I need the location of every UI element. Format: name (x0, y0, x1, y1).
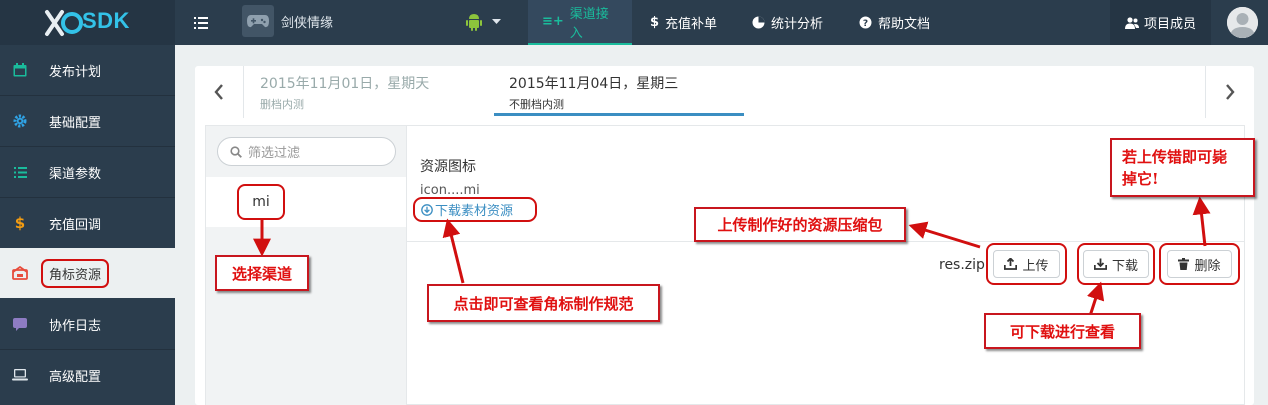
caret-down-icon (492, 19, 501, 24)
gamepad-icon (247, 15, 269, 28)
sidebar: 发布计划 基础配置 渠道参数 $ 充值回调 角标资源 协作日志 高级配置 (0, 45, 175, 405)
members-button[interactable]: 项目成员 (1110, 0, 1211, 45)
channel-access-icon: ≡+ (542, 14, 564, 29)
user-avatar-icon (1227, 7, 1258, 38)
tab-date: 2015年11月04日，星期三 (509, 76, 679, 92)
logo-mark-icon (45, 10, 83, 36)
download-label: 下载 (1111, 258, 1138, 274)
members-label: 项目成员 (1143, 17, 1196, 32)
annotation-text: 可下载进行查看 (1009, 322, 1115, 341)
zip-file-name: res.zip (939, 257, 985, 273)
tab-subtitle: 删档内测 (260, 98, 304, 111)
nav-help[interactable]: ? 帮助文档 (845, 0, 944, 45)
active-tab-indicator (494, 113, 744, 116)
hamburger-icon (194, 16, 208, 29)
chevron-left-icon (214, 84, 223, 100)
annotation-can-download: 可下载进行查看 (984, 313, 1141, 349)
sidebar-item-label: 角标资源 (41, 258, 110, 288)
android-icon (466, 14, 482, 31)
filter-placeholder: 筛选过滤 (248, 146, 301, 161)
nav-label: 渠道接入 (569, 6, 609, 41)
upload-label: 上传 (1022, 258, 1049, 274)
resource-title: 资源图标 (420, 159, 476, 175)
platform-select[interactable] (466, 8, 526, 36)
annotation-text: 若上传错即可毙 (1122, 147, 1228, 166)
sidebar-item-advanced-config[interactable]: 高级配置 (0, 350, 175, 400)
sidebar-item-basic-config[interactable]: 基础配置 (0, 96, 175, 146)
annotation-view-spec: 点击即可查看角标制作规范 (427, 284, 660, 322)
download-button[interactable]: 下载 (1082, 250, 1149, 278)
tab-subtitle: 不删档内测 (509, 98, 564, 111)
download-link-label: 下载素材资源 (435, 204, 514, 219)
chat-icon (12, 316, 28, 332)
sidebar-item-label: 渠道参数 (49, 166, 102, 182)
trash-icon (1178, 258, 1190, 270)
badge-icon (12, 265, 28, 281)
filter-input[interactable]: 筛选过滤 (217, 137, 396, 166)
annotation-delete-tip: 若上传错即可毙 掉它! (1110, 138, 1255, 197)
delete-button[interactable]: 删除 (1167, 250, 1232, 278)
pie-chart-icon (752, 16, 765, 29)
help-icon: ? (859, 16, 872, 29)
laptop-icon (12, 367, 28, 383)
sidebar-item-badge-resources[interactable]: 角标资源 (0, 248, 175, 298)
tab-date: 2015年11月01日，星期天 (260, 76, 430, 92)
sidebar-item-label: 协作日志 (49, 318, 102, 334)
sidebar-item-release-plan[interactable]: 发布计划 (0, 45, 175, 95)
user-avatar[interactable] (1227, 7, 1258, 38)
sidebar-item-collab-log[interactable]: 协作日志 (0, 299, 175, 349)
nav-label: 帮助文档 (878, 17, 931, 32)
tab-2015-11-01[interactable]: 2015年11月01日，星期天 删档内测 (260, 66, 429, 116)
annotation-select-channel: 选择渠道 (215, 255, 309, 291)
game-avatar[interactable] (242, 5, 274, 37)
delete-button-frame: 删除 (1159, 243, 1240, 285)
nav-statistics[interactable]: 统计分析 (738, 0, 837, 45)
nav-label: 统计分析 (771, 17, 824, 32)
nav-recharge[interactable]: $ 充值补单 (636, 0, 731, 45)
calendar-icon (12, 62, 28, 78)
list-item[interactable]: mi (206, 177, 406, 227)
logo[interactable]: SDK (0, 0, 175, 45)
gear-icon (12, 113, 28, 129)
sidebar-item-recharge-callback[interactable]: $ 充值回调 (0, 198, 175, 248)
next-arrow-button[interactable] (1206, 66, 1254, 118)
download-icon (1093, 258, 1107, 270)
annotation-text: 选择渠道 (231, 264, 292, 283)
annotation-text: 点击即可查看角标制作规范 (453, 294, 634, 313)
users-icon (1124, 16, 1139, 29)
resource-area: 筛选过滤 mi 资源图标 icon....mi 下载素材资源 res.zip 上… (205, 125, 1245, 405)
upload-button[interactable]: 上传 (993, 250, 1060, 278)
dollar-icon: $ (650, 15, 660, 30)
annotation-upload-package: 上传制作好的资源压缩包 (694, 207, 906, 242)
list-icon (12, 164, 28, 180)
sidebar-item-label: 高级配置 (49, 369, 102, 385)
sidebar-item-channel-params[interactable]: 渠道参数 (0, 147, 175, 197)
annotation-text: 上传制作好的资源压缩包 (717, 216, 883, 234)
download-circle-icon (421, 203, 433, 216)
annotation-text: 掉它! (1122, 169, 1159, 188)
divider (243, 66, 244, 118)
upload-icon (1004, 258, 1018, 270)
svg-text:?: ? (863, 19, 868, 29)
logo-text: SDK (82, 8, 130, 33)
dollar-icon: $ (14, 214, 26, 232)
sidebar-item-label: 基础配置 (49, 115, 102, 131)
prev-arrow-button[interactable] (195, 66, 243, 118)
search-icon (230, 145, 242, 158)
menu-toggle-button[interactable] (175, 0, 227, 45)
resource-file-name: icon....mi (420, 183, 480, 198)
chevron-right-icon (1226, 84, 1235, 100)
top-bar: SDK 剑侠情缘 ≡+ 渠道接入 $ 充值补单 统计分析 ? 帮助文档 项目成员 (0, 0, 1268, 45)
download-button-frame: 下载 (1077, 243, 1155, 285)
download-material-link[interactable]: 下载素材资源 (413, 197, 537, 222)
delete-label: 删除 (1194, 258, 1221, 274)
nav-label: 充值补单 (665, 17, 718, 32)
tab-2015-11-04[interactable]: 2015年11月04日，星期三 不删档内测 (509, 66, 678, 116)
game-name[interactable]: 剑侠情缘 (281, 12, 333, 31)
sidebar-item-label: 充值回调 (49, 217, 102, 233)
upload-button-frame: 上传 (986, 243, 1067, 285)
sidebar-item-label: 发布计划 (49, 64, 102, 80)
channel-label: mi (237, 184, 285, 220)
nav-channel-access[interactable]: ≡+ 渠道接入 (528, 0, 632, 45)
